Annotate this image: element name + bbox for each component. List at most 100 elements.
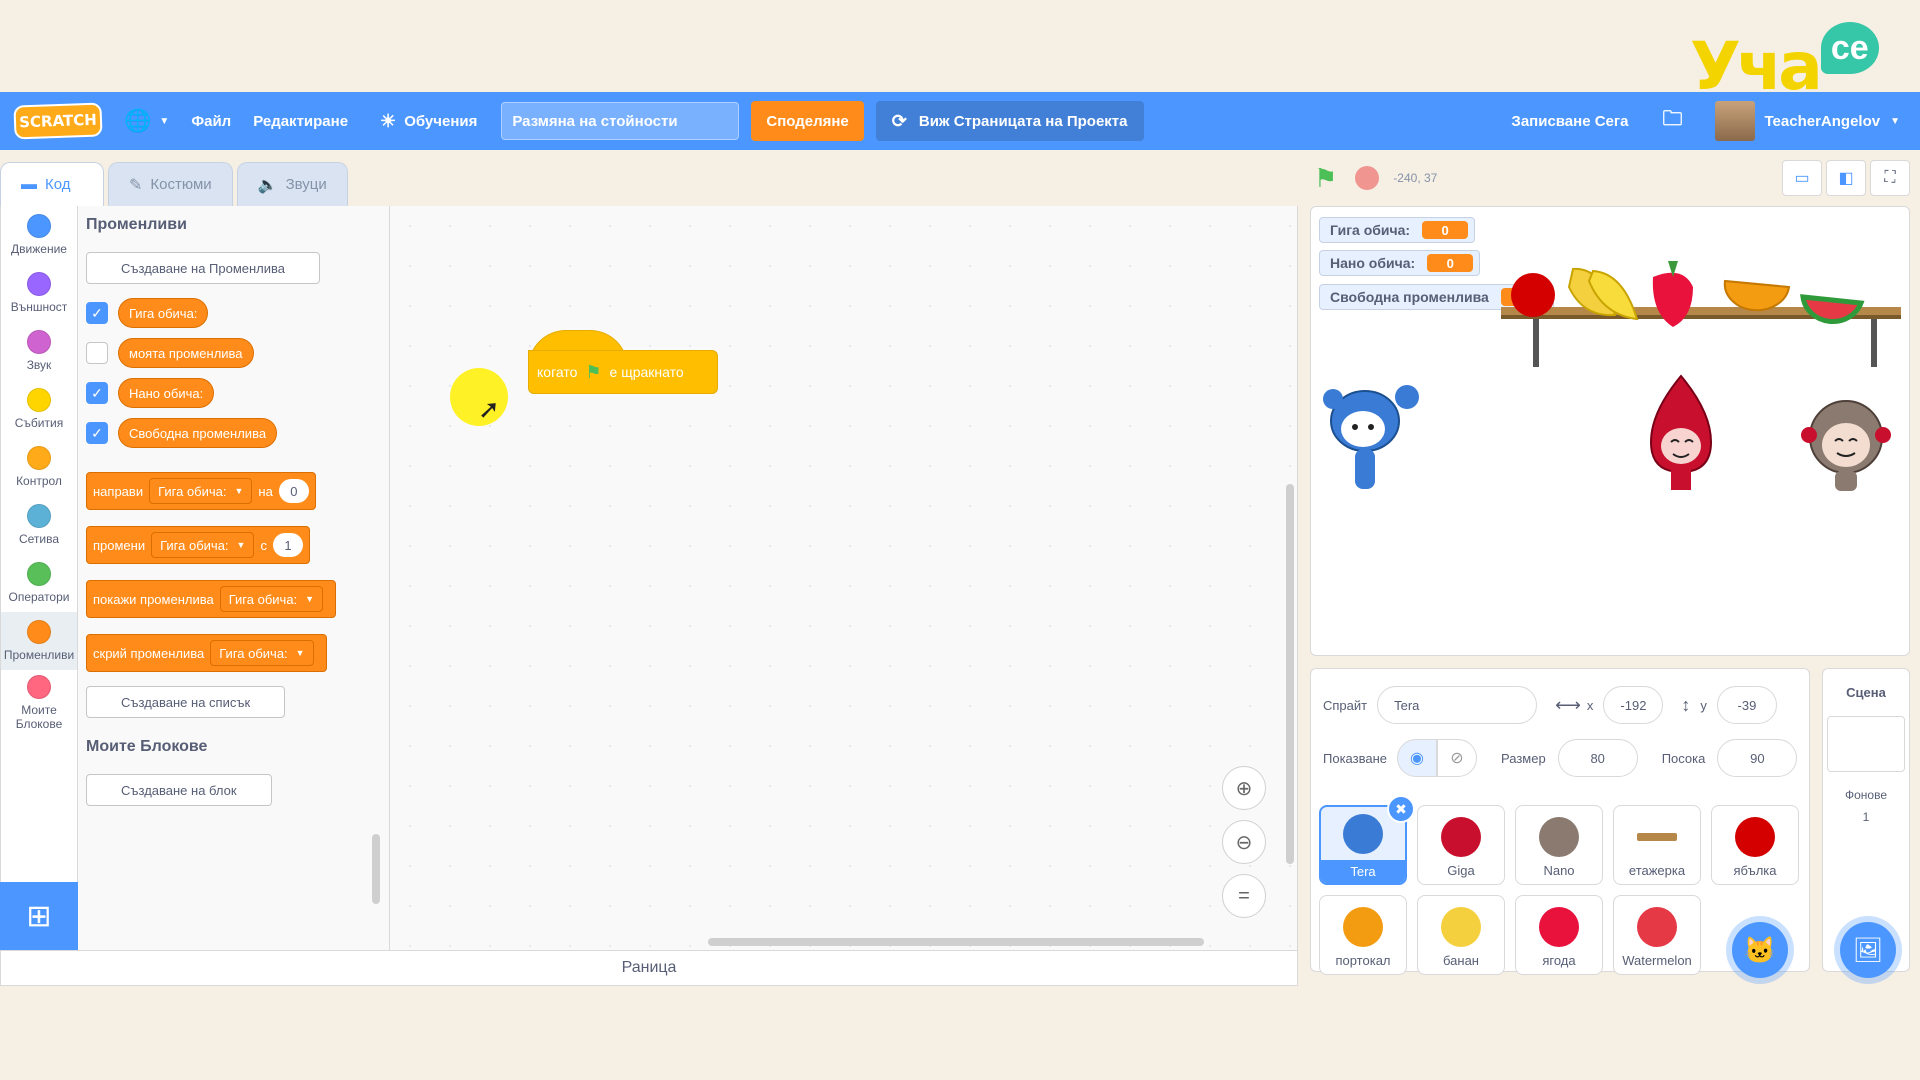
language-menu[interactable]: 🌐 ▼ (124, 92, 169, 150)
category-control[interactable]: Контрол (1, 438, 77, 496)
sprite-thumb-watermelon[interactable]: Watermelon (1613, 895, 1701, 975)
make-list-button[interactable]: Създаване на списък (86, 686, 286, 718)
stop-button[interactable] (1355, 166, 1380, 190)
size-input[interactable]: 80 (1557, 739, 1638, 777)
variable-dropdown[interactable]: Гига обича: ▼ (151, 532, 255, 558)
account-menu[interactable]: TeacherAngelov ▼ (1714, 101, 1900, 141)
category-label: Моите Блокове (15, 703, 63, 731)
variable-reporter[interactable]: Свободна променлива (118, 418, 278, 448)
workspace-vertical-scrollbar[interactable] (1286, 484, 1294, 864)
direction-input[interactable]: 90 (1717, 739, 1798, 777)
category-sound[interactable]: Звук (1, 322, 77, 380)
make-block-button[interactable]: Създаване на блок (86, 774, 272, 806)
make-variable-button[interactable]: Създаване на Променлива (86, 252, 321, 284)
variable-checkbox[interactable]: ✓ (86, 382, 108, 404)
variable-reporter[interactable]: моята променлива (118, 338, 254, 368)
sprite-thumb-tera[interactable]: Tera ✖ (1319, 795, 1415, 885)
variable-checkbox[interactable] (86, 342, 108, 364)
sprite-thumb-banana[interactable]: банан (1417, 895, 1505, 975)
variable-dropdown[interactable]: Гига обича: ▼ (210, 640, 314, 666)
sprite-name-input[interactable]: Tera (1377, 686, 1538, 724)
y-input[interactable]: -39 (1716, 686, 1777, 724)
stage[interactable]: Гига обича: 0 Нано обича: 0 Свободна про… (1310, 206, 1910, 656)
green-flag-icon[interactable]: ⚑ (1314, 163, 1337, 194)
hide-sprite-button[interactable]: ⊘ (1437, 739, 1477, 777)
see-project-page-button[interactable]: ⟳ Виж Страницата на Проекта (875, 101, 1144, 141)
sprite-thumb-shelf[interactable]: етажерка (1613, 805, 1701, 885)
sprite-thumb-giga[interactable]: Giga (1417, 805, 1505, 885)
backdrop-thumbnail[interactable] (1827, 716, 1905, 772)
code-workspace[interactable]: когато ⚑ е щракнато ➚ ⊕ ⊖ = (390, 206, 1298, 950)
sprite-thumb-label: портокал (1335, 953, 1391, 968)
save-now-button[interactable]: Записване Сега (1511, 92, 1628, 150)
sprite-thumb-strawberry[interactable]: ягода (1515, 895, 1603, 975)
tab-costumes[interactable]: ✎ Костюми (108, 162, 233, 206)
category-motion[interactable]: Движение (1, 206, 77, 264)
file-menu[interactable]: Файл (191, 92, 231, 150)
category-events[interactable]: Събития (1, 380, 77, 438)
hide-variable-block[interactable]: скрий променлива Гига обича: ▼ (86, 634, 327, 672)
project-page-icon: ⟳ (891, 110, 907, 131)
tab-sounds-label: Звуци (285, 176, 327, 193)
when-flag-clicked-block[interactable]: когато ⚑ е щракнато (528, 330, 718, 396)
share-button[interactable]: Споделяне (751, 101, 864, 141)
tera-sprite[interactable] (1321, 377, 1421, 507)
variable-checkbox[interactable]: ✓ (86, 302, 108, 324)
workspace-horizontal-scrollbar[interactable] (708, 938, 1204, 946)
giga-sprite[interactable] (1631, 372, 1731, 502)
mouse-cursor-icon: ➚ (478, 394, 500, 424)
block-text: е щракнато (609, 364, 684, 380)
x-input[interactable]: -192 (1603, 686, 1664, 724)
tutorials-menu[interactable]: ☀ Обучения (380, 92, 477, 150)
variable-reporter[interactable]: Нано обича: (118, 378, 215, 408)
large-stage-button[interactable]: ◧ (1826, 160, 1866, 196)
tab-sounds[interactable]: 🔈 Звуци (236, 162, 348, 206)
edit-menu[interactable]: Редактиране (253, 92, 348, 150)
variable-dropdown[interactable]: Гига обича: ▼ (149, 478, 253, 504)
variable-monitor[interactable]: Гига обича: 0 (1319, 217, 1476, 243)
set-variable-block[interactable]: направи Гига обича: ▼ на 0 (86, 472, 316, 510)
sprite-thumb-label: Tera (1321, 860, 1405, 883)
variable-checkbox[interactable]: ✓ (86, 422, 108, 444)
project-title-input[interactable]: Размяна на стойности (501, 102, 740, 140)
sprite-thumb-apple[interactable]: ябълка (1711, 805, 1799, 885)
show-variable-block[interactable]: покажи променлива Гига обича: ▼ (86, 580, 337, 618)
category-variables[interactable]: Променливи (1, 612, 77, 670)
category-my-blocks[interactable]: Моите Блокове (1, 670, 77, 736)
variable-monitor[interactable]: Нано обича: 0 (1319, 250, 1481, 276)
small-stage-button[interactable]: ▭ (1782, 160, 1822, 196)
palette-scrollbar[interactable] (372, 834, 380, 904)
monitor-label: Гига обича: (1330, 222, 1411, 238)
add-sprite-button[interactable]: 🐱 (1732, 922, 1788, 978)
backdrops-count: 1 (1862, 810, 1870, 824)
my-stuff-folder-icon[interactable]: 🗀 (1663, 92, 1683, 150)
zoom-out-button[interactable]: ⊖ (1222, 820, 1266, 864)
fullscreen-button[interactable]: ⛶ (1870, 160, 1910, 196)
change-variable-block[interactable]: промени Гига обича: ▼ с 1 (86, 526, 310, 564)
fruit-sprites[interactable] (1503, 257, 1883, 327)
delete-sprite-button[interactable]: ✖ (1387, 795, 1415, 823)
dropdown-value: Гига обича: (219, 645, 288, 661)
category-looks[interactable]: Външност (1, 264, 77, 322)
zoom-reset-button[interactable]: = (1222, 874, 1266, 918)
sprite-thumbnail (1343, 814, 1383, 854)
sprite-thumb-nano[interactable]: Nano (1515, 805, 1603, 885)
value-input[interactable]: 0 (278, 479, 309, 503)
variable-dropdown[interactable]: Гига обича: ▼ (219, 586, 324, 612)
show-sprite-button[interactable]: ◉ (1397, 739, 1437, 777)
backpack[interactable]: Раница (0, 950, 1298, 986)
block-text: с (260, 537, 267, 553)
add-extension-button[interactable]: ⊞ (0, 882, 78, 950)
add-backdrop-button[interactable]: 🖼 (1840, 922, 1896, 978)
chevron-down-icon: ▼ (305, 594, 315, 604)
scratch-logo[interactable]: SCRATCH (13, 102, 103, 140)
tab-code[interactable]: ▬ Код (0, 162, 104, 206)
category-operators[interactable]: Оператори (1, 554, 77, 612)
nano-sprite[interactable] (1791, 387, 1901, 497)
apple-sprite (1511, 273, 1555, 317)
variable-reporter[interactable]: Гига обича: (118, 298, 209, 328)
sprite-thumb-orange[interactable]: портокал (1319, 895, 1407, 975)
zoom-in-button[interactable]: ⊕ (1222, 766, 1266, 810)
value-input[interactable]: 1 (272, 533, 303, 557)
category-sensing[interactable]: Сетива (1, 496, 77, 554)
